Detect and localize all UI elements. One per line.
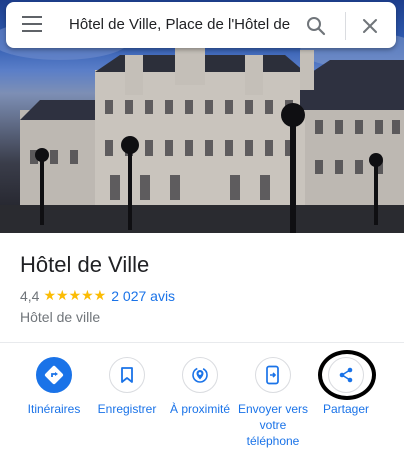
search-box[interactable]: Hôtel de Ville, Place de l'Hôtel de xyxy=(6,2,396,48)
section-divider xyxy=(0,342,404,343)
nearby-icon xyxy=(182,357,218,393)
directions-icon xyxy=(36,357,72,393)
share-highlight-ring xyxy=(318,350,376,400)
send-to-phone-icon xyxy=(255,357,291,393)
search-icon[interactable] xyxy=(304,14,328,38)
bookmark-icon xyxy=(109,357,145,393)
rating-stars: ★★★★★ xyxy=(43,287,107,303)
send-to-phone-button[interactable]: Envoyer vers votre téléphone xyxy=(236,357,310,449)
place-category: Hôtel de ville xyxy=(20,309,101,325)
search-divider xyxy=(345,12,346,40)
rating-value: 4,4 xyxy=(20,287,40,304)
directions-label: Itinéraires xyxy=(27,402,81,416)
menu-icon[interactable] xyxy=(22,16,42,34)
rating-row: 4,4 ★★★★★ 2 027 avis xyxy=(20,287,175,304)
share-label: Partager xyxy=(322,402,370,416)
save-label: Enregistrer xyxy=(97,402,157,416)
save-button[interactable]: Enregistrer xyxy=(96,357,158,417)
place-title: Hôtel de Ville xyxy=(20,252,150,277)
nearby-button[interactable]: À proximité xyxy=(166,357,234,417)
nearby-label: À proximité xyxy=(169,402,231,416)
directions-button[interactable]: Itinéraires xyxy=(26,357,82,417)
close-icon[interactable] xyxy=(358,14,382,38)
reviews-link[interactable]: 2 027 avis xyxy=(111,288,175,304)
send-to-phone-label: Envoyer vers votre téléphone xyxy=(237,402,309,448)
search-input[interactable]: Hôtel de Ville, Place de l'Hôtel de xyxy=(69,16,295,36)
